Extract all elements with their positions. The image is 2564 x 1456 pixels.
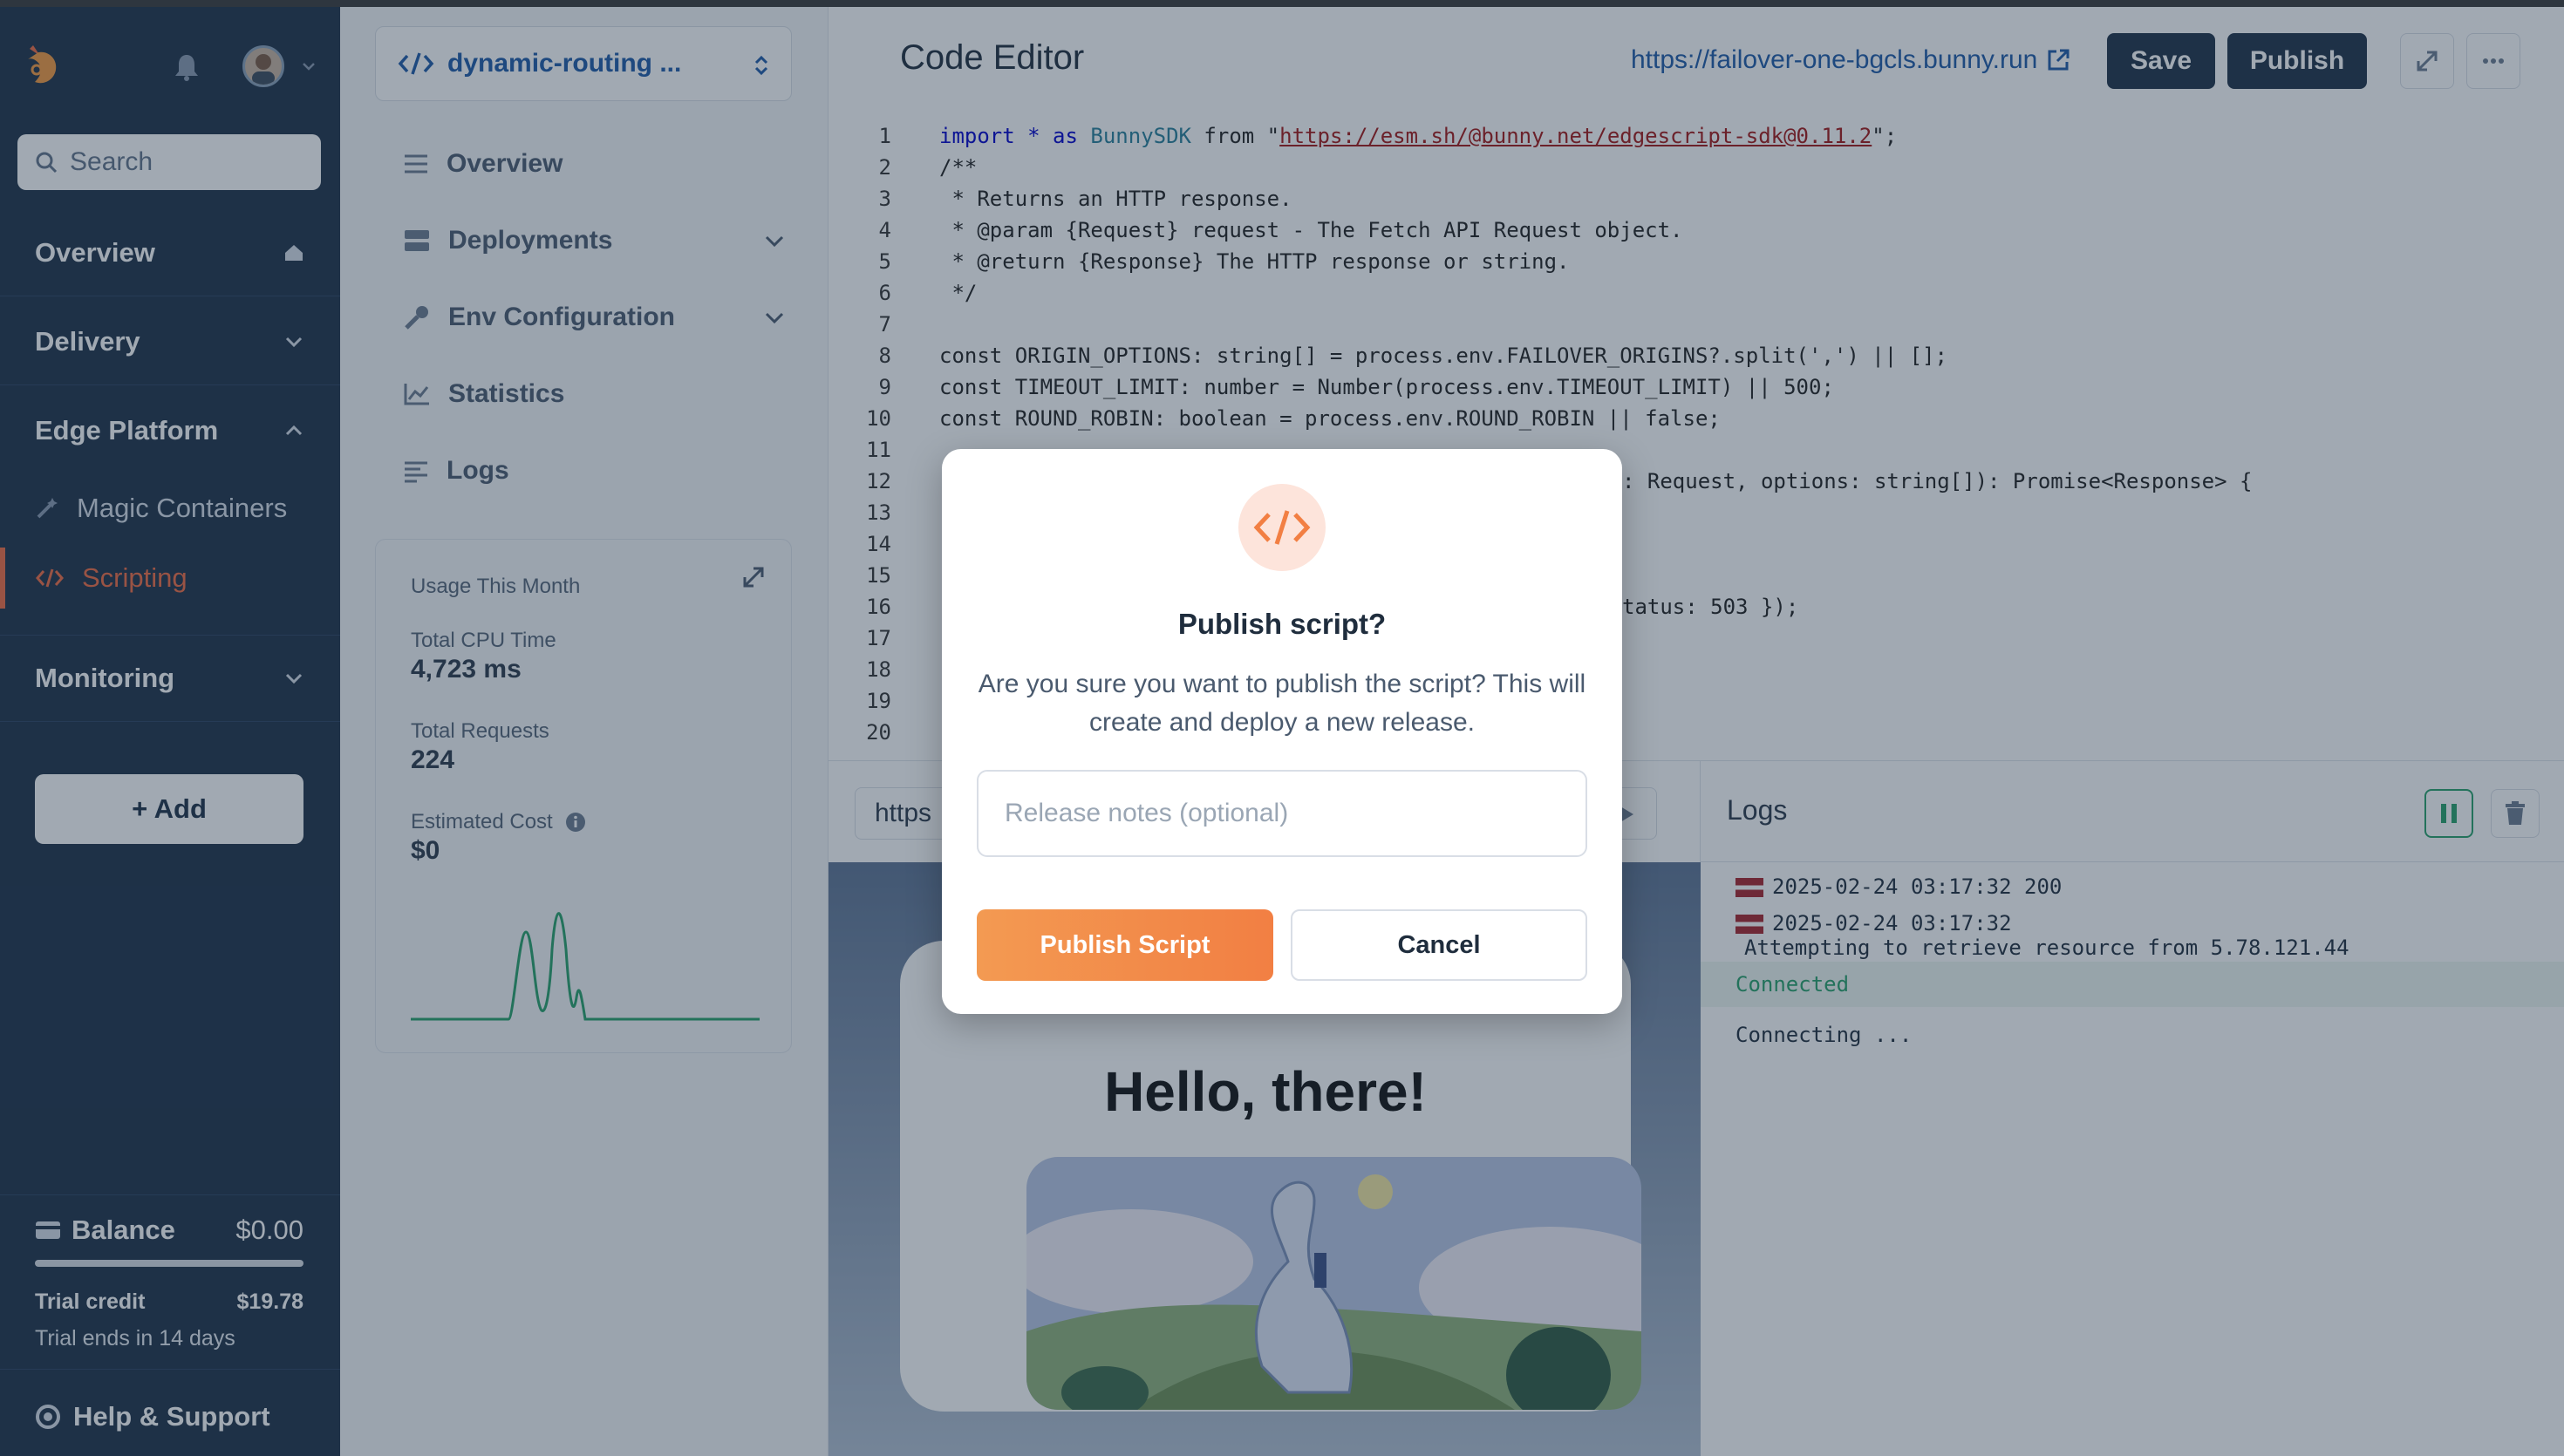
- publish-script-button[interactable]: Publish Script: [977, 909, 1273, 981]
- publish-dialog: Publish script? Are you sure you want to…: [942, 449, 1622, 1014]
- release-notes-input[interactable]: [977, 770, 1587, 857]
- dialog-message: Are you sure you want to publish the scr…: [978, 670, 1586, 737]
- code-icon: [1238, 484, 1326, 571]
- cancel-button[interactable]: Cancel: [1291, 909, 1587, 981]
- dialog-title: Publish script?: [1177, 608, 1387, 640]
